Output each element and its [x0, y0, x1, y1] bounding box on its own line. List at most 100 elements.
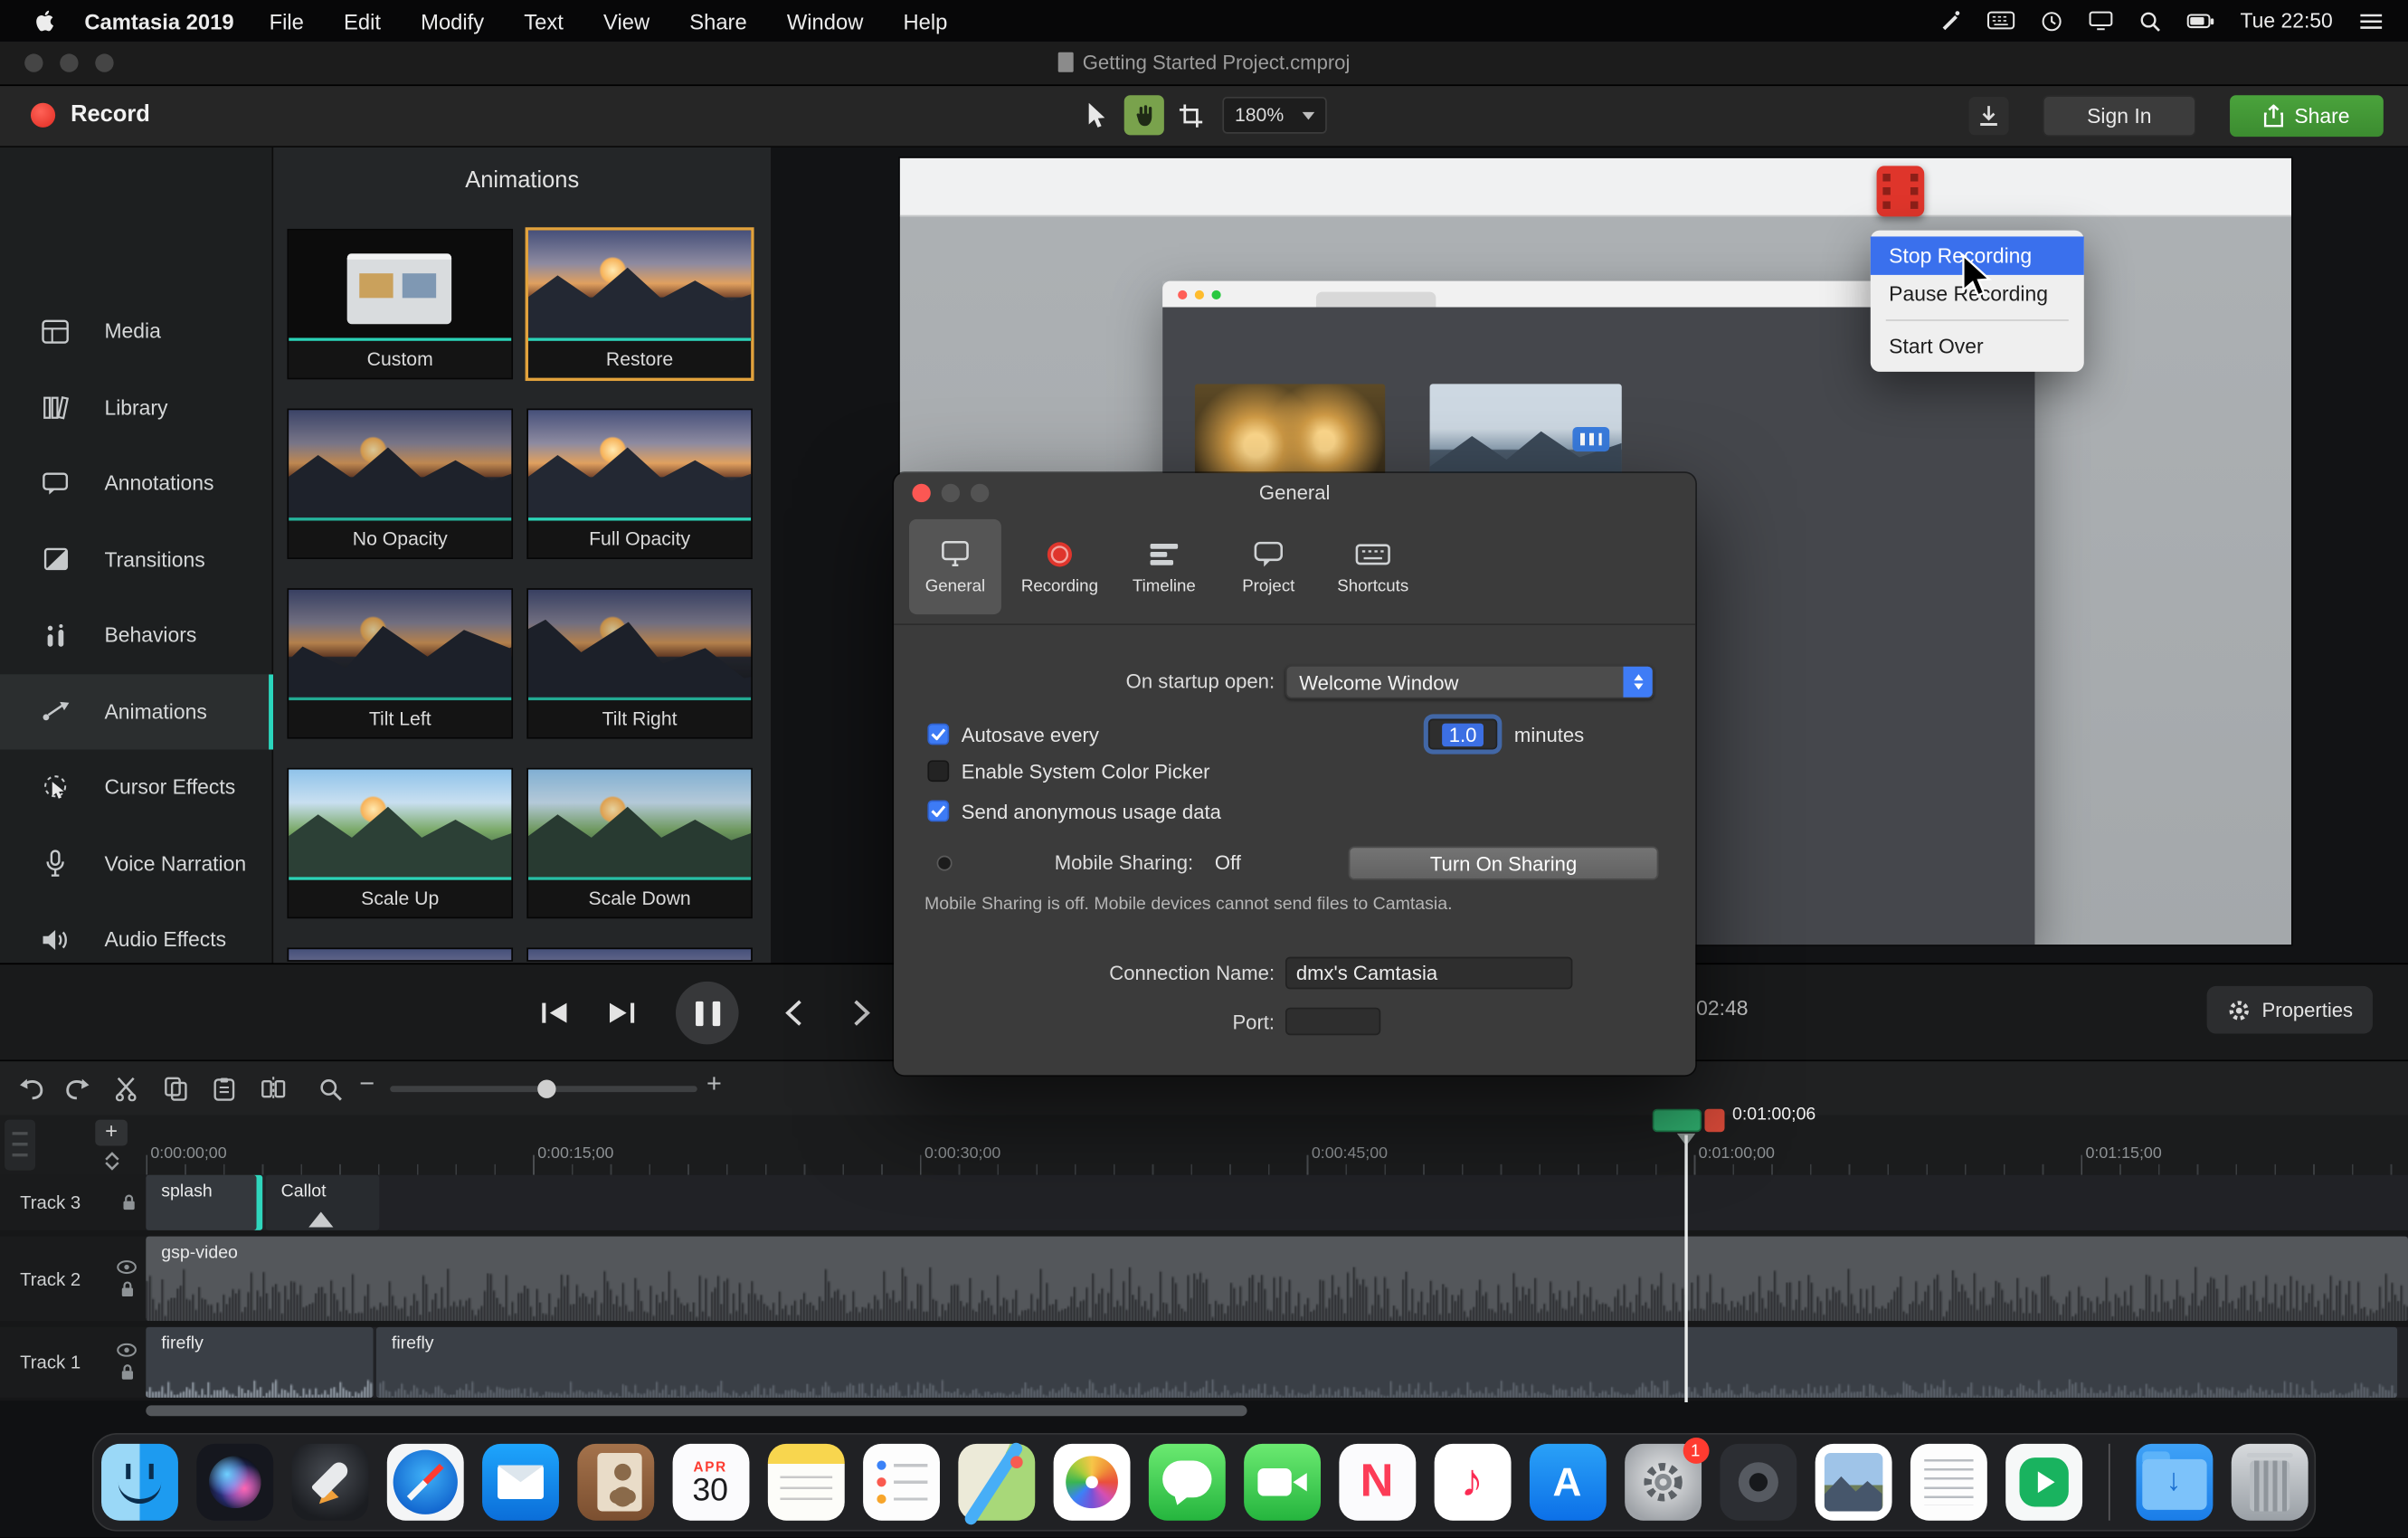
- menu-view[interactable]: View: [603, 8, 649, 33]
- sidebar-item-cursor-effects[interactable]: Cursor Effects: [0, 749, 273, 824]
- dock-siri-icon[interactable]: [195, 1444, 272, 1521]
- playhead-out-handle[interactable]: [1704, 1109, 1724, 1132]
- dock-reminders-icon[interactable]: [862, 1444, 939, 1521]
- dock-trash-icon[interactable]: [2231, 1444, 2308, 1521]
- select-tool-button[interactable]: [1078, 95, 1118, 135]
- animation-card-tilt-right[interactable]: Tilt Right: [528, 590, 751, 737]
- startup-open-select[interactable]: Welcome Window: [1285, 665, 1654, 698]
- next-button[interactable]: [852, 999, 872, 1028]
- menu-window[interactable]: Window: [787, 8, 864, 33]
- undo-button[interactable]: [15, 1074, 46, 1105]
- active-app-name[interactable]: Camtasia 2019: [84, 8, 233, 33]
- dock-preview-icon[interactable]: [1815, 1444, 1891, 1521]
- track-lock-toggle[interactable]: [119, 1363, 135, 1381]
- animation-card-custom[interactable]: Custom: [289, 231, 511, 378]
- sidebar-item-annotations[interactable]: Annotations: [0, 445, 273, 520]
- track-2-lane[interactable]: gsp-video: [146, 1237, 2408, 1321]
- add-track-button[interactable]: +: [95, 1120, 128, 1146]
- tab-recording[interactable]: Recording: [1013, 519, 1105, 614]
- sidebar-item-library[interactable]: Library: [0, 369, 273, 444]
- sidebar-item-animations[interactable]: Animations: [0, 673, 273, 748]
- timeline-ruler[interactable]: 0:00:00;00 0:00:15;00 0:00:30;00 0:00:45…: [146, 1144, 2408, 1177]
- dock-textedit-icon[interactable]: [1910, 1444, 1986, 1521]
- properties-button[interactable]: Properties: [2207, 986, 2373, 1034]
- timeline-clip[interactable]: gsp-video: [146, 1237, 2408, 1321]
- menu-share[interactable]: Share: [689, 8, 746, 33]
- split-button[interactable]: [258, 1074, 289, 1105]
- battery-status-icon[interactable]: [2186, 13, 2214, 28]
- clock-status-icon[interactable]: [2041, 10, 2062, 32]
- dock-finder-icon[interactable]: [100, 1444, 177, 1521]
- dock-system-preferences-icon[interactable]: 1: [1624, 1444, 1701, 1521]
- tab-timeline[interactable]: Timeline: [1118, 519, 1210, 614]
- autosave-checkbox[interactable]: [927, 724, 949, 745]
- animation-card-partial[interactable]: [289, 949, 511, 960]
- timeline-tools-strip[interactable]: [5, 1120, 35, 1171]
- dock-contacts-icon[interactable]: [576, 1444, 653, 1521]
- step-forward-button[interactable]: [608, 1002, 636, 1024]
- track-visibility-toggle[interactable]: [117, 1259, 137, 1273]
- menu-bar-clock[interactable]: Tue 22:50: [2240, 9, 2332, 32]
- dock-utility-app-icon[interactable]: [1720, 1444, 1797, 1521]
- dock-launchpad-icon[interactable]: [291, 1444, 368, 1521]
- zoom-out-button[interactable]: −: [359, 1069, 374, 1100]
- dock-facetime-icon[interactable]: [1243, 1444, 1320, 1521]
- playhead-in-handle[interactable]: [1653, 1109, 1702, 1132]
- animation-card-scale-down[interactable]: Scale Down: [528, 770, 751, 917]
- sidebar-item-behaviors[interactable]: Behaviors: [0, 597, 273, 672]
- pan-tool-button[interactable]: [1124, 95, 1164, 135]
- dock-music-icon[interactable]: ♪: [1434, 1444, 1511, 1521]
- zoom-slider-knob[interactable]: [537, 1079, 555, 1097]
- connection-name-input[interactable]: dmx's Camtasia: [1285, 957, 1572, 990]
- dock-maps-icon[interactable]: [958, 1444, 1035, 1521]
- dock-photos-icon[interactable]: [1053, 1444, 1130, 1521]
- tab-project[interactable]: Project: [1222, 519, 1314, 614]
- timeline-clip[interactable]: firefly: [146, 1327, 373, 1398]
- menu-file[interactable]: File: [270, 8, 304, 33]
- redo-button[interactable]: [62, 1074, 92, 1105]
- animation-card-no-opacity[interactable]: No Opacity: [289, 410, 511, 557]
- menu-edit[interactable]: Edit: [344, 8, 381, 33]
- sidebar-item-voice-narration[interactable]: Voice Narration: [0, 826, 273, 901]
- recording-indicator-icon[interactable]: [1877, 166, 1925, 216]
- display-status-icon[interactable]: [2088, 11, 2112, 31]
- dock-calendar-icon[interactable]: APR 30: [672, 1444, 749, 1521]
- dock-mail-icon[interactable]: [481, 1444, 558, 1521]
- apple-menu-icon[interactable]: [33, 7, 56, 33]
- port-input[interactable]: [1285, 1008, 1380, 1036]
- share-button[interactable]: Share: [2230, 95, 2384, 137]
- timeline-zoom-slider[interactable]: [390, 1086, 697, 1092]
- canvas-zoom-select[interactable]: 180%: [1222, 97, 1326, 134]
- animation-card-scale-up[interactable]: Scale Up: [289, 770, 511, 917]
- sidebar-item-media[interactable]: Media: [0, 293, 273, 368]
- dock-downloads-icon[interactable]: ↓: [2136, 1444, 2213, 1521]
- dock-safari-icon[interactable]: [386, 1444, 463, 1521]
- tab-general[interactable]: General: [909, 519, 1001, 614]
- timeline-clip[interactable]: Callot: [266, 1175, 380, 1230]
- dock-notes-icon[interactable]: [767, 1444, 844, 1521]
- copy-button[interactable]: [160, 1074, 191, 1105]
- pause-button[interactable]: [676, 982, 739, 1045]
- dock-app-store-icon[interactable]: A: [1529, 1444, 1606, 1521]
- animation-card-tilt-left[interactable]: Tilt Left: [289, 590, 511, 737]
- export-download-button[interactable]: [1968, 97, 2008, 135]
- notification-center-icon[interactable]: [2359, 12, 2384, 30]
- menu-modify[interactable]: Modify: [421, 8, 484, 33]
- track-lock-toggle[interactable]: [119, 1279, 135, 1297]
- system-color-picker-checkbox[interactable]: [927, 760, 949, 782]
- paste-button[interactable]: [209, 1074, 240, 1105]
- track-3-lane[interactable]: splash Callot: [146, 1175, 2408, 1230]
- dock-messages-icon[interactable]: [1148, 1444, 1225, 1521]
- dock-camtasia-icon[interactable]: [2005, 1444, 2081, 1521]
- track-1-lane[interactable]: firefly firefly: [146, 1327, 2408, 1398]
- menu-item-start-over[interactable]: Start Over: [1871, 328, 2084, 366]
- sign-in-button[interactable]: Sign In: [2043, 95, 2196, 137]
- step-backward-button[interactable]: [541, 1002, 569, 1024]
- timeline-clip[interactable]: splash: [146, 1175, 262, 1230]
- track-height-toggle[interactable]: [95, 1151, 128, 1172]
- pen-status-icon[interactable]: [1938, 9, 1960, 32]
- cut-button[interactable]: [110, 1074, 141, 1105]
- tab-shortcuts[interactable]: Shortcuts: [1327, 519, 1419, 614]
- track-visibility-toggle[interactable]: [117, 1343, 137, 1357]
- turn-on-sharing-button[interactable]: Turn On Sharing: [1349, 846, 1659, 879]
